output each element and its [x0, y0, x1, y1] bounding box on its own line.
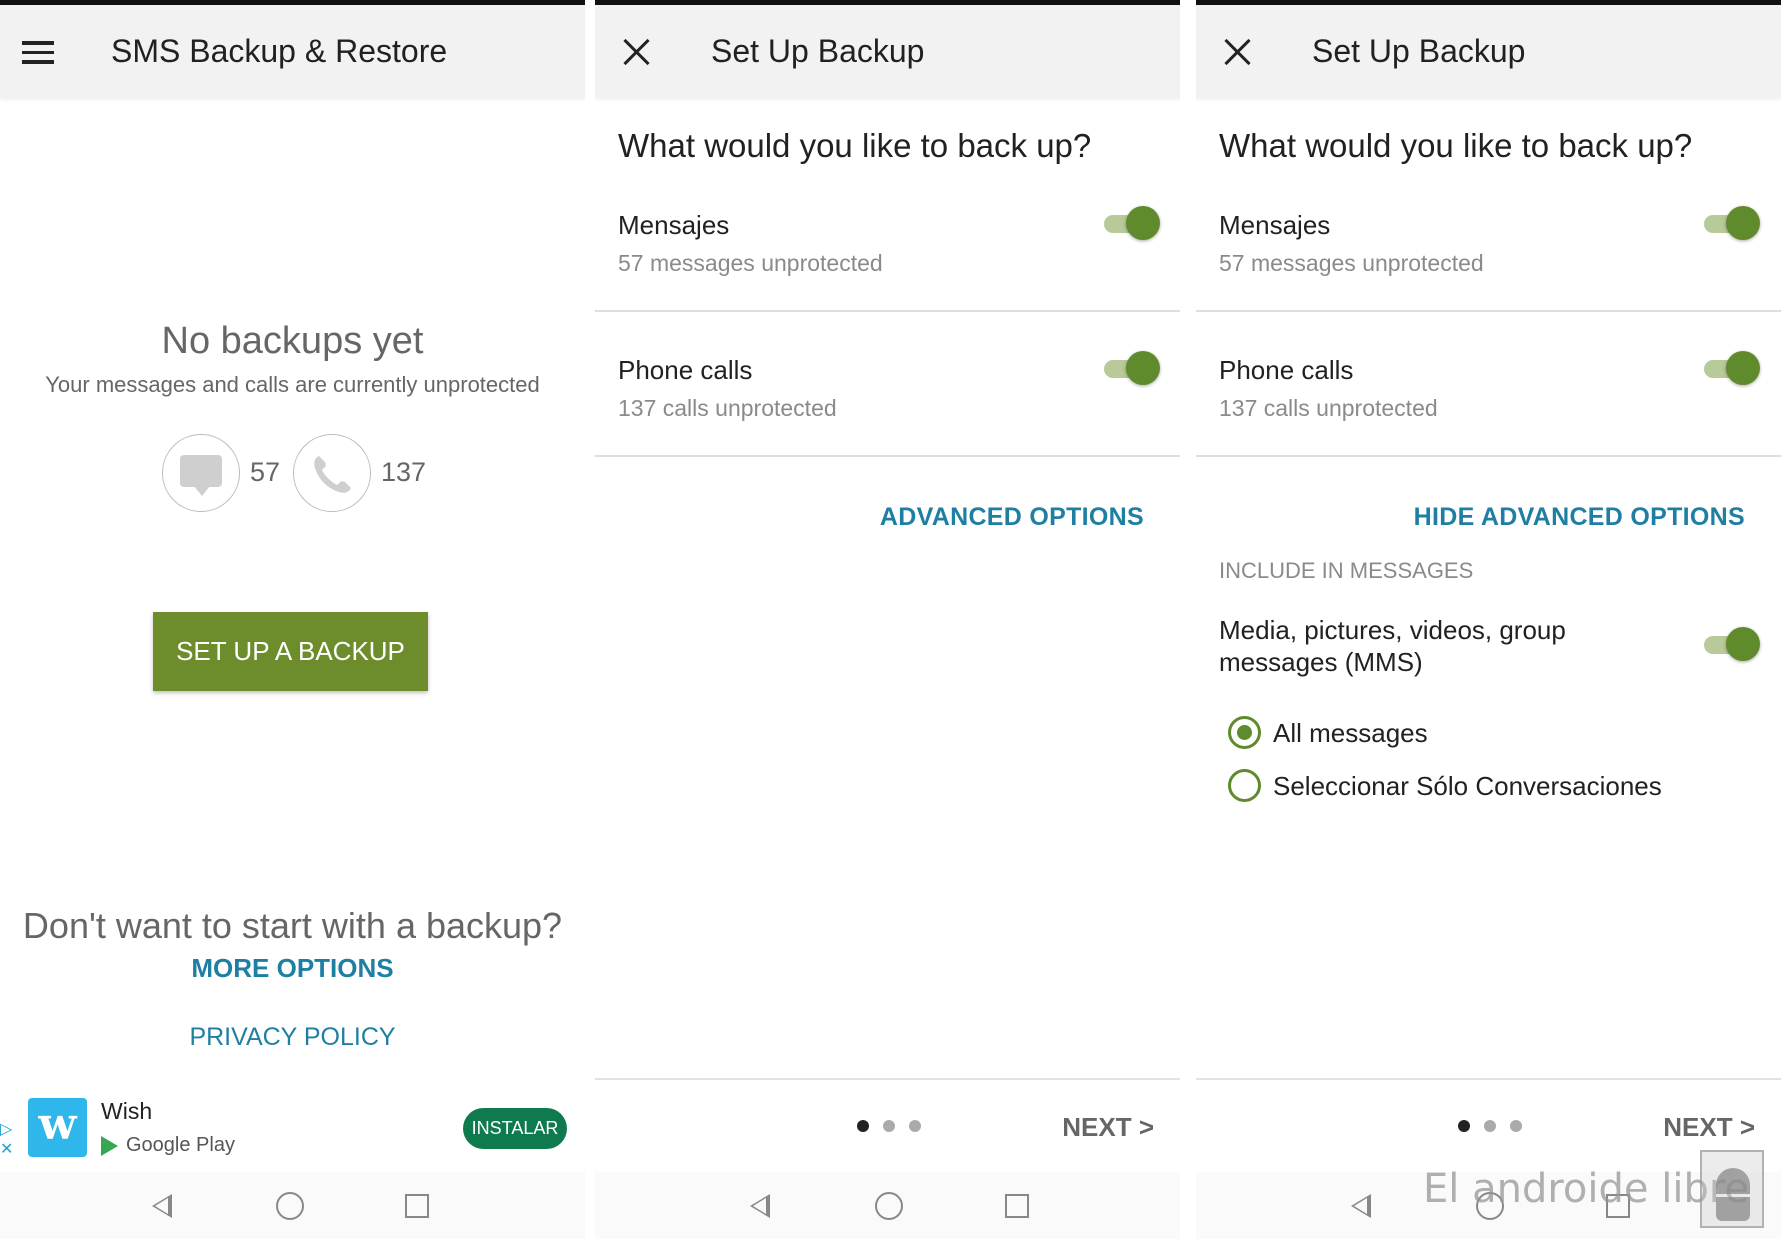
ad-banner[interactable]: ▷ ✕ w Wish Google Play INSTALAR — [0, 1080, 585, 1172]
calls-status: 137 calls unprotected — [1219, 395, 1438, 421]
calls-status: 137 calls unprotected — [618, 395, 837, 421]
recents-nav-icon[interactable] — [405, 1194, 429, 1218]
mms-toggle[interactable] — [1704, 627, 1760, 661]
calls-label: Phone calls — [618, 355, 753, 385]
footer-divider — [595, 1078, 1180, 1080]
phone-icon — [314, 456, 351, 493]
messages-label: Mensajes — [618, 210, 730, 240]
calls-label: Phone calls — [1219, 355, 1354, 385]
empty-state-subtitle: Your messages and calls are currently un… — [45, 372, 540, 397]
backup-counts: 57 137 — [162, 434, 462, 512]
hide-advanced-options-link[interactable]: HIDE ADVANCED OPTIONS — [1414, 503, 1745, 532]
advanced-options-link[interactable]: ADVANCED OPTIONS — [880, 503, 1144, 532]
app-bar: SMS Backup & Restore — [0, 5, 585, 98]
screen-title: Set Up Backup — [1312, 33, 1526, 69]
close-icon[interactable] — [621, 37, 651, 67]
wish-logo: w — [28, 1098, 87, 1157]
set-up-backup-button[interactable]: SET UP A BACKUP — [153, 612, 428, 691]
all-messages-radio[interactable] — [1228, 716, 1261, 749]
page-dot-2 — [883, 1120, 895, 1132]
select-conversations-radio[interactable] — [1228, 769, 1261, 802]
screen-title: Set Up Backup — [711, 33, 925, 69]
menu-icon[interactable] — [22, 41, 54, 65]
messages-status: 57 messages unprotected — [1219, 250, 1484, 276]
ad-app-name: Wish — [101, 1098, 153, 1124]
home-nav-icon[interactable] — [276, 1192, 304, 1220]
messages-label: Mensajes — [1219, 210, 1331, 240]
divider — [1196, 310, 1781, 312]
messages-status: 57 messages unprotected — [618, 250, 883, 276]
calls-toggle[interactable] — [1704, 351, 1760, 385]
empty-state-heading: No backups yet — [161, 320, 424, 362]
backup-question: What would you like to back up? — [618, 127, 1092, 164]
divider — [595, 310, 1180, 312]
home-screen: SMS Backup & Restore No backups yet Your… — [0, 0, 585, 1239]
all-messages-label[interactable]: All messages — [1273, 718, 1428, 749]
page-dot-1 — [857, 1120, 869, 1132]
page-dot-2 — [1484, 1120, 1496, 1132]
back-nav-icon[interactable] — [152, 1194, 172, 1218]
back-nav-icon[interactable] — [750, 1194, 770, 1218]
messages-toggle[interactable] — [1704, 206, 1760, 240]
install-button[interactable]: INSTALAR — [463, 1108, 567, 1149]
no-backup-question: Don't want to start with a backup? — [22, 905, 563, 946]
system-nav-bar — [0, 1172, 585, 1239]
footer-divider — [1196, 1078, 1781, 1080]
call-count: 137 — [381, 457, 427, 487]
app-bar: Set Up Backup — [595, 5, 1180, 98]
messages-toggle[interactable] — [1104, 206, 1160, 240]
backup-question: What would you like to back up? — [1219, 127, 1693, 164]
google-play-icon — [101, 1136, 118, 1156]
message-count-circle — [162, 434, 240, 512]
mms-label: Media, pictures, videos, group messages … — [1219, 615, 1566, 677]
back-nav-icon[interactable] — [1351, 1194, 1371, 1218]
divider — [1196, 455, 1781, 457]
privacy-policy-link[interactable]: PRIVACY POLICY — [0, 1023, 585, 1052]
page-dot-3 — [1510, 1120, 1522, 1132]
message-bubble-icon — [180, 455, 222, 496]
screenshot-collage: SMS Backup & Restore No backups yet Your… — [0, 0, 1786, 1239]
close-icon[interactable] — [1222, 37, 1252, 67]
home-nav-icon[interactable] — [875, 1192, 903, 1220]
page-dot-3 — [909, 1120, 921, 1132]
setup-backup-screen: Set Up Backup What would you like to bac… — [595, 0, 1180, 1239]
page-dot-1 — [1458, 1120, 1470, 1132]
recents-nav-icon[interactable] — [1005, 1194, 1029, 1218]
include-in-messages-caption: INCLUDE IN MESSAGES — [1219, 558, 1474, 583]
app-bar: Set Up Backup — [1196, 5, 1781, 98]
calls-toggle[interactable] — [1104, 351, 1160, 385]
app-title: SMS Backup & Restore — [111, 33, 448, 69]
call-count-circle — [293, 434, 371, 512]
system-nav-bar — [595, 1172, 1180, 1239]
ad-store-name: Google Play — [126, 1134, 235, 1156]
select-conversations-label[interactable]: Seleccionar Sólo Conversaciones — [1273, 771, 1662, 802]
next-button[interactable]: NEXT > — [1663, 1112, 1755, 1143]
ad-choices-icon[interactable]: ▷ ✕ — [0, 1120, 14, 1160]
next-button[interactable]: NEXT > — [1062, 1112, 1154, 1143]
more-options-link[interactable]: MORE OPTIONS — [0, 953, 585, 984]
message-count: 57 — [250, 457, 281, 487]
setup-backup-advanced-screen: Set Up Backup What would you like to bac… — [1196, 0, 1781, 1239]
divider — [595, 455, 1180, 457]
watermark-android-logo — [1700, 1150, 1764, 1228]
